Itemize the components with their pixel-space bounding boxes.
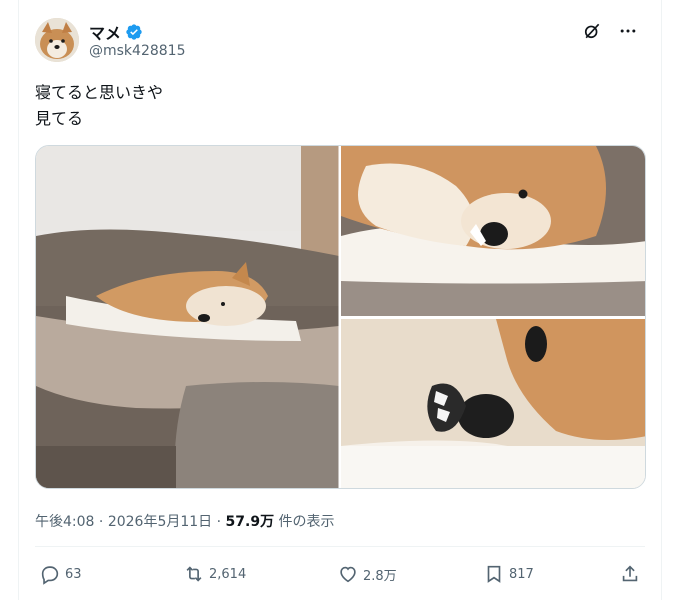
shiba-closeup-face-photo[interactable] bbox=[341, 146, 646, 316]
bookmark-icon bbox=[487, 565, 501, 583]
heart-icon bbox=[340, 566, 356, 583]
share-button[interactable] bbox=[619, 556, 641, 592]
header-actions bbox=[581, 20, 639, 42]
shiba-avatar-icon bbox=[35, 18, 79, 62]
divider bbox=[35, 546, 645, 547]
name-row: マメ bbox=[89, 20, 143, 44]
shiba-closeup-nose-photo[interactable] bbox=[341, 319, 646, 489]
tweet-date[interactable]: 2026年5月11日 bbox=[108, 514, 212, 530]
reply-icon bbox=[41, 566, 59, 585]
bookmark-button[interactable]: 817 bbox=[483, 556, 534, 592]
action-bar: 63 2,614 2.8万 817 bbox=[35, 556, 646, 592]
reply-button[interactable]: 63 bbox=[39, 556, 82, 592]
media-grid bbox=[35, 145, 646, 489]
bookmark-count: 817 bbox=[509, 566, 534, 582]
grok-icon[interactable] bbox=[581, 20, 603, 42]
verified-badge-icon bbox=[125, 23, 143, 41]
shiba-on-sofa-photo[interactable] bbox=[36, 146, 339, 489]
views-count: 57.9万 bbox=[225, 514, 275, 530]
user-handle[interactable]: @msk428815 bbox=[89, 43, 185, 59]
retweet-button[interactable]: 2,614 bbox=[183, 556, 246, 592]
meta-separator: · bbox=[98, 514, 104, 530]
tweet-time[interactable]: 午後4:08 bbox=[35, 514, 94, 530]
more-icon[interactable] bbox=[617, 20, 639, 42]
tweet-text: 寝てると思いきや 見てる bbox=[35, 83, 164, 128]
display-name[interactable]: マメ bbox=[89, 20, 121, 44]
views-label: 件の表示 bbox=[278, 514, 335, 530]
tweet-card: マメ @msk428815 寝てると思いきや 見てる 午後4:08 · 2026… bbox=[18, 0, 662, 600]
tweet-meta: 午後4:08 · 2026年5月11日 · 57.9万 件の表示 bbox=[35, 511, 335, 531]
reply-count: 63 bbox=[65, 566, 82, 582]
share-icon bbox=[622, 565, 638, 582]
retweet-count: 2,614 bbox=[209, 566, 247, 582]
avatar[interactable] bbox=[35, 18, 79, 62]
like-count: 2.8万 bbox=[363, 568, 397, 584]
like-button[interactable]: 2.8万 bbox=[337, 556, 397, 592]
meta-separator-2: · bbox=[216, 514, 222, 530]
retweet-icon bbox=[186, 566, 202, 582]
